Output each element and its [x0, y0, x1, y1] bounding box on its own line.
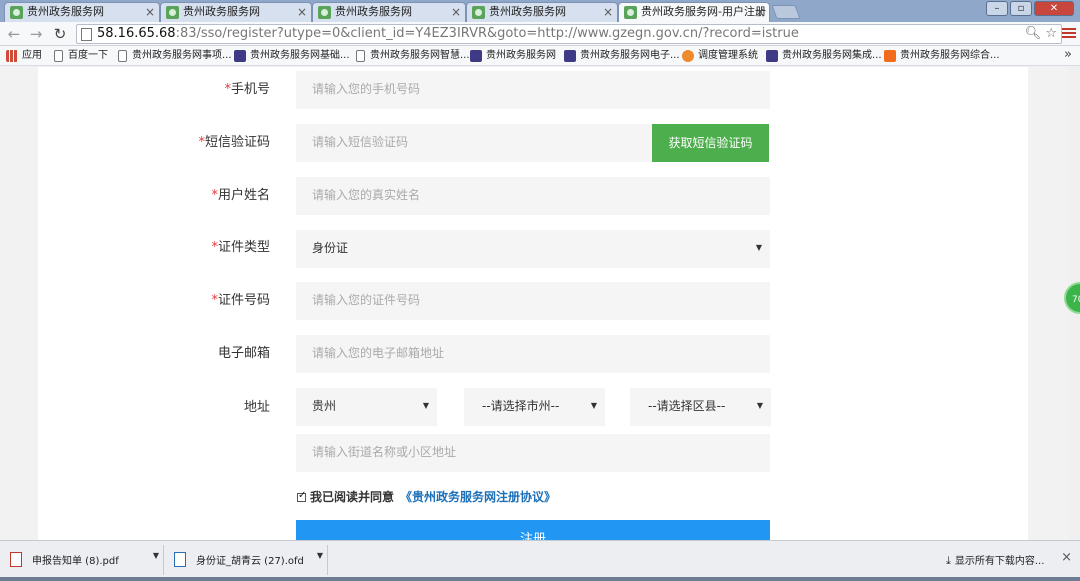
taskbar-edge — [0, 577, 1080, 581]
caret-down-icon: ▼ — [590, 401, 597, 410]
street-address-input[interactable]: 请输入街道名称或小区地址 — [296, 434, 770, 472]
tab-title: 贵州政务服务网 — [183, 5, 260, 18]
url-text[interactable]: 58.16.65.68:83/sso/register?utype=0&clie… — [97, 25, 799, 43]
id-number-label: *证件号码 — [211, 293, 270, 308]
tab-close-icon[interactable]: × — [755, 3, 765, 21]
bookmark-item[interactable]: 贵州政务服务网 — [470, 48, 556, 64]
real-name-label: *用户姓名 — [211, 188, 270, 203]
city-select[interactable]: --请选择市州-- ▼ — [464, 388, 605, 426]
tab-title: 贵州政务服务网 — [27, 5, 104, 18]
phone-label: *手机号 — [224, 82, 270, 97]
browser-tab-3[interactable]: 贵州政务服务网 × — [312, 2, 466, 22]
sms-code-label: *短信验证码 — [198, 135, 270, 150]
bookmark-apps[interactable]: 应用 — [6, 48, 42, 64]
address-label: 地址 — [243, 400, 270, 415]
page-icon — [81, 28, 92, 41]
bookmark-item[interactable]: 贵州政务服务网集成... — [766, 48, 882, 64]
page-icon — [118, 50, 127, 62]
tab-strip: 贵州政务服务网 × 贵州政务服务网 × 贵州政务服务网 × 贵州政务服务网 × … — [0, 0, 1080, 23]
omnibox-actions: 🔍︎ ☆ — [1025, 25, 1057, 43]
get-sms-code-button[interactable]: 获取短信验证码 — [652, 124, 769, 162]
caret-down-icon: ▼ — [755, 243, 762, 252]
register-button[interactable]: 注册 — [296, 520, 770, 540]
gov-icon — [234, 50, 246, 62]
caret-down-icon[interactable]: ▼ — [317, 551, 323, 560]
gov-icon — [766, 50, 778, 62]
floating-widget-badge[interactable]: 70 — [1064, 282, 1080, 314]
new-tab-button[interactable] — [771, 5, 801, 19]
gov-favicon-icon — [10, 6, 23, 19]
page-icon — [356, 50, 365, 62]
reload-icon[interactable]: ↻ — [50, 24, 70, 44]
download-arrow-icon: ⤓ — [946, 554, 951, 567]
dispatch-icon — [682, 50, 694, 62]
menu-icon[interactable] — [1062, 26, 1076, 40]
minimize-icon[interactable]: – — [986, 1, 1008, 16]
window-close-icon[interactable]: ✕ — [1034, 1, 1074, 16]
bookmark-baidu[interactable]: 百度一下 — [52, 48, 108, 64]
page-icon — [54, 50, 63, 62]
bookmark-item[interactable]: 贵州政务服务网事项... — [116, 48, 232, 64]
gov-favicon-icon — [166, 6, 179, 19]
agreement-link[interactable]: 《贵州政务服务网注册协议》 — [400, 490, 556, 504]
restore-icon[interactable]: ▫ — [1010, 1, 1032, 16]
id-type-label: *证件类型 — [211, 240, 270, 255]
download-bar: 申报告知单 (8).pdf ▼ 身份证_胡青云 (27).ofd ▼ ⤓ 显示所有… — [0, 540, 1080, 581]
tab-close-icon[interactable]: × — [297, 3, 307, 21]
page-viewport: *手机号 请输入您的手机号码 *短信验证码 请输入短信验证码 获取短信验证码 *… — [0, 67, 1080, 540]
registration-form: *手机号 请输入您的手机号码 *短信验证码 请输入短信验证码 获取短信验证码 *… — [38, 67, 1028, 540]
caret-down-icon: ▼ — [756, 401, 763, 410]
agree-checkbox[interactable] — [297, 490, 306, 502]
show-all-downloads-link[interactable]: ⤓ 显示所有下载内容... — [946, 552, 1044, 568]
zoom-icon[interactable]: 🔍︎ — [1025, 26, 1042, 41]
browser-tab-1[interactable]: 贵州政务服务网 × — [4, 2, 160, 22]
chevron-double-right-icon[interactable]: » — [1064, 47, 1072, 62]
caret-down-icon: ▼ — [422, 401, 429, 410]
download-item[interactable]: 申报告知单 (8).pdf ▼ — [4, 545, 164, 575]
browser-tab-2[interactable]: 贵州政务服务网 × — [160, 2, 312, 22]
real-name-input[interactable]: 请输入您的真实姓名 — [296, 177, 770, 215]
close-icon[interactable]: × — [1061, 550, 1072, 565]
phone-input[interactable]: 请输入您的手机号码 — [296, 71, 770, 109]
tab-close-icon[interactable]: × — [145, 3, 155, 21]
pdf-file-icon — [10, 552, 22, 567]
email-input[interactable]: 请输入您的电子邮箱地址 — [296, 335, 770, 373]
province-select[interactable]: 贵州 ▼ — [296, 388, 437, 426]
gov-icon — [564, 50, 576, 62]
address-bar[interactable]: 58.16.65.68:83/sso/register?utype=0&clie… — [76, 24, 1062, 44]
apps-icon — [6, 50, 18, 62]
bookmark-item[interactable]: 调度管理系统 — [682, 48, 758, 64]
bookmarks-bar: 应用 百度一下 贵州政务服务网事项... 贵州政务服务网基础... 贵州政务服务… — [0, 46, 1080, 66]
browser-toolbar: ← → ↻ 58.16.65.68:83/sso/register?utype=… — [0, 22, 1080, 46]
caret-down-icon[interactable]: ▼ — [153, 551, 159, 560]
back-arrow-icon[interactable]: ← — [4, 24, 24, 44]
tab-close-icon[interactable]: × — [451, 3, 461, 21]
forward-arrow-icon[interactable]: → — [26, 24, 46, 44]
sms-code-input[interactable]: 请输入短信验证码 — [296, 124, 652, 162]
ofd-file-icon — [174, 552, 186, 567]
bookmark-item[interactable]: 贵州政务服务网综合... — [884, 48, 1000, 64]
gov-favicon-icon — [318, 6, 331, 19]
browser-tab-4[interactable]: 贵州政务服务网 × — [466, 2, 618, 22]
download-item[interactable]: 身份证_胡青云 (27).ofd ▼ — [168, 545, 328, 575]
gov-icon — [470, 50, 482, 62]
agreement-row: 我已阅读并同意《贵州政务服务网注册协议》 — [297, 488, 556, 505]
tab-title: 贵州政务服务网 — [489, 5, 566, 18]
bookmark-star-icon[interactable]: ☆ — [1045, 26, 1057, 41]
window-controls: – ▫ ✕ — [986, 1, 1074, 16]
tab-title: 贵州政务服务网-用户注册 — [641, 5, 766, 18]
sohu-icon — [884, 50, 896, 62]
county-select[interactable]: --请选择区县-- ▼ — [630, 388, 771, 426]
tab-title: 贵州政务服务网 — [335, 5, 412, 18]
id-type-select[interactable]: 身份证 ▼ — [296, 230, 770, 268]
gov-favicon-icon — [472, 6, 485, 19]
browser-tab-active[interactable]: 贵州政务服务网-用户注册 × — [618, 2, 770, 23]
bookmark-item[interactable]: 贵州政务服务网智慧... — [354, 48, 470, 64]
bookmark-item[interactable]: 贵州政务服务网基础... — [234, 48, 350, 64]
gov-favicon-icon — [624, 6, 637, 19]
email-label: 电子邮箱 — [217, 346, 270, 361]
id-number-input[interactable]: 请输入您的证件号码 — [296, 282, 770, 320]
tab-close-icon[interactable]: × — [603, 3, 613, 21]
bookmark-item[interactable]: 贵州政务服务网电子... — [564, 48, 680, 64]
